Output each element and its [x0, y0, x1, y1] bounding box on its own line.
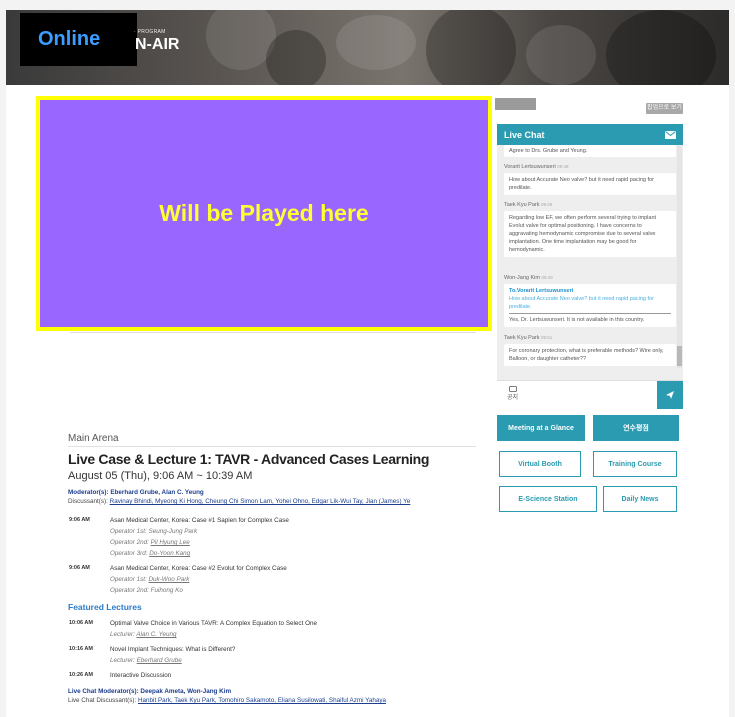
- envelope-icon[interactable]: [665, 130, 676, 139]
- operator-name[interactable]: Duk-Woo Park: [149, 576, 190, 583]
- case-time: 9:06 AM: [69, 565, 90, 571]
- chat-time: 09:49: [541, 202, 553, 207]
- chat-author: Taek Kyu Park: [504, 202, 540, 208]
- operator-line: Operator 2nd: Fuihong Ko: [110, 587, 183, 594]
- discussants-names[interactable]: Ravinay Bhindi, Myeong Ki Hong, Cheung C…: [110, 498, 411, 505]
- chat-message-list[interactable]: Agree to Drs. Grube and Yeung. Vorarit L…: [497, 145, 683, 371]
- training-course-button[interactable]: Training Course: [593, 451, 677, 477]
- page-frame: Online · PROGRAM N-AIR Will be Played he…: [6, 10, 729, 717]
- notice-glyph-icon: [508, 386, 517, 392]
- operator-name[interactable]: Do-Yoon Kang: [149, 550, 190, 557]
- chat-bubble: For coronary protection, what is prefera…: [504, 344, 676, 366]
- operator-line: Operator 1st: Seung-Jung Park: [110, 528, 197, 535]
- lecture-title: Novel Implant Techniques: What is Differ…: [110, 646, 236, 653]
- operator-line: Operator 2nd: Pil Hyung Lee: [110, 539, 190, 546]
- operator-role: Operator 3rd:: [110, 550, 148, 557]
- header-banner: Online · PROGRAM N-AIR: [6, 10, 729, 85]
- reply-text: Yes, Dr. Lertsuwunseri. It is not availa…: [509, 317, 645, 323]
- operator-name[interactable]: Pil Hyung Lee: [151, 539, 190, 546]
- reply-quote: How about Accurate Neo valve? but it nee…: [509, 296, 654, 310]
- lecture-time: 10:06 AM: [69, 620, 93, 626]
- live-chat-panel: Live Chat Agree to Drs. Grube and Yeung.…: [497, 124, 683, 409]
- live-chat-discussants-label: Live Chat Discussant(s):: [68, 697, 137, 704]
- banner-small-label: · PROGRAM: [134, 29, 166, 35]
- chat-input-area[interactable]: 공지: [497, 380, 683, 409]
- case-title: Asan Medical Center, Korea: Case #2 Evol…: [110, 565, 287, 572]
- session-title: Live Case & Lecture 1: TAVR - Advanced C…: [68, 451, 430, 467]
- operator-line: Operator 3rd: Do-Yoon Kang: [110, 550, 190, 557]
- chat-author: Vorarit Lertsuwunseri: [504, 164, 556, 170]
- training-points-button[interactable]: 연수평점: [593, 415, 679, 441]
- live-chat-discussants-names[interactable]: Hanbit Park, Taek Kyu Park, Tomohiro Sak…: [138, 697, 386, 704]
- case-time: 9:06 AM: [69, 517, 90, 523]
- send-button[interactable]: [657, 381, 683, 409]
- session-date: August 05 (Thu), 9:06 AM ~ 10:39 AM: [68, 470, 253, 482]
- operator-name[interactable]: Seung-Jung Park: [149, 528, 198, 535]
- lecturer-label: Lecturer:: [110, 631, 135, 638]
- operator-role: Operator 2nd:: [110, 539, 149, 546]
- operator-role: Operator 1st:: [110, 528, 147, 535]
- lecture-title: Optimal Valve Choice in Various TAVR: A …: [110, 620, 317, 627]
- chat-time: 09:51: [541, 335, 553, 340]
- chat-time: 09:49: [541, 275, 553, 280]
- banner-title: N-AIR: [135, 36, 180, 53]
- discussants-line: Discussant(s): Ravinay Bhindi, Myeong Ki…: [68, 498, 410, 505]
- video-placeholder-text: Will be Played here: [159, 200, 369, 226]
- live-chat-moderators-label: Live Chat Moderator(s):: [68, 688, 139, 695]
- online-label-box: Online: [20, 13, 137, 66]
- divider: [68, 446, 476, 447]
- lecturer-name[interactable]: Alan C. Yeung: [136, 631, 176, 638]
- chat-bubble: How about Accurate Neo valve? but it nee…: [504, 173, 676, 195]
- popout-button[interactable]: 팝업으로 보기: [646, 103, 683, 114]
- operator-name[interactable]: Fuihong Ko: [151, 587, 183, 594]
- live-chat-discussants-line: Live Chat Discussant(s): Hanbit Park, Ta…: [68, 697, 386, 704]
- live-chat-moderators-names[interactable]: Deepak Ameta, Won-Jang Kim: [140, 688, 231, 695]
- live-chat-moderators-line: Live Chat Moderator(s): Deepak Ameta, Wo…: [68, 688, 231, 695]
- chat-bubble: Regarding low EF, we often perform sever…: [504, 211, 676, 257]
- live-chat-title: Live Chat: [504, 129, 545, 140]
- lecturer-line: Lecturer: Alan C. Yeung: [110, 631, 177, 638]
- video-player[interactable]: Will be Played here: [36, 96, 492, 331]
- operator-role: Operator 2nd:: [110, 587, 149, 594]
- chat-author: Won-Jang Kim: [504, 275, 540, 281]
- lecture-title: Interactive Discussion: [110, 672, 172, 679]
- chat-message: Vorarit Lertsuwunseri 09:48 How about Ac…: [504, 164, 676, 195]
- divider: [70, 332, 476, 333]
- chat-scrollbar-thumb[interactable]: [677, 346, 682, 366]
- chat-time: 09:48: [557, 164, 569, 169]
- discussants-label: Discussant(s):: [68, 498, 108, 505]
- meeting-at-a-glance-button[interactable]: Meeting at a Glance: [497, 415, 585, 441]
- lecturer-name[interactable]: Eberhard Grube: [137, 657, 182, 664]
- chat-message: Won-Jang Kim 09:49 To.Vorarit Lertsuwuns…: [504, 275, 676, 327]
- send-icon: [666, 391, 674, 399]
- moderators-label: Moderator(s):: [68, 489, 109, 496]
- lecturer-line: Lecturer: Eberhard Grube: [110, 657, 182, 664]
- live-chat-header: Live Chat: [497, 124, 683, 145]
- status-bar: [495, 98, 536, 110]
- operator-line: Operator 1st: Duk-Woo Park: [110, 576, 189, 583]
- arena-label: Main Arena: [68, 433, 119, 444]
- chat-author: Taek Kyu Park: [504, 335, 540, 341]
- operator-role: Operator 1st:: [110, 576, 147, 583]
- chat-message: Taek Kyu Park 09:49 Regarding low EF, we…: [504, 202, 676, 257]
- notice-icon[interactable]: 공지: [507, 386, 518, 402]
- chat-scrollbar[interactable]: [677, 146, 682, 368]
- moderators-line: Moderator(s): Eberhard Grube, Alan C. Ye…: [68, 489, 204, 496]
- virtual-booth-button[interactable]: Virtual Booth: [499, 451, 581, 477]
- featured-lectures-heading: Featured Lectures: [68, 602, 142, 612]
- online-label: Online: [38, 28, 101, 50]
- lecture-time: 10:16 AM: [69, 646, 93, 652]
- e-science-station-button[interactable]: E-Science Station: [499, 486, 597, 512]
- daily-news-button[interactable]: Daily News: [603, 486, 677, 512]
- chat-bubble: Agree to Drs. Grube and Yeung.: [504, 145, 676, 157]
- chat-bubble: To.Vorarit Lertsuwunseri How about Accur…: [504, 284, 676, 327]
- moderators-names[interactable]: Eberhard Grube, Alan C. Yeung: [110, 489, 203, 496]
- lecture-time: 10:26 AM: [69, 672, 93, 678]
- lecturer-label: Lecturer:: [110, 657, 135, 664]
- case-title: Asan Medical Center, Korea: Case #1 Sapi…: [110, 517, 289, 524]
- notice-label: 공지: [507, 395, 519, 401]
- divider: [509, 313, 671, 314]
- reply-to: To.Vorarit Lertsuwunseri: [509, 288, 574, 294]
- chat-message: Taek Kyu Park 09:51 For coronary protect…: [504, 335, 676, 366]
